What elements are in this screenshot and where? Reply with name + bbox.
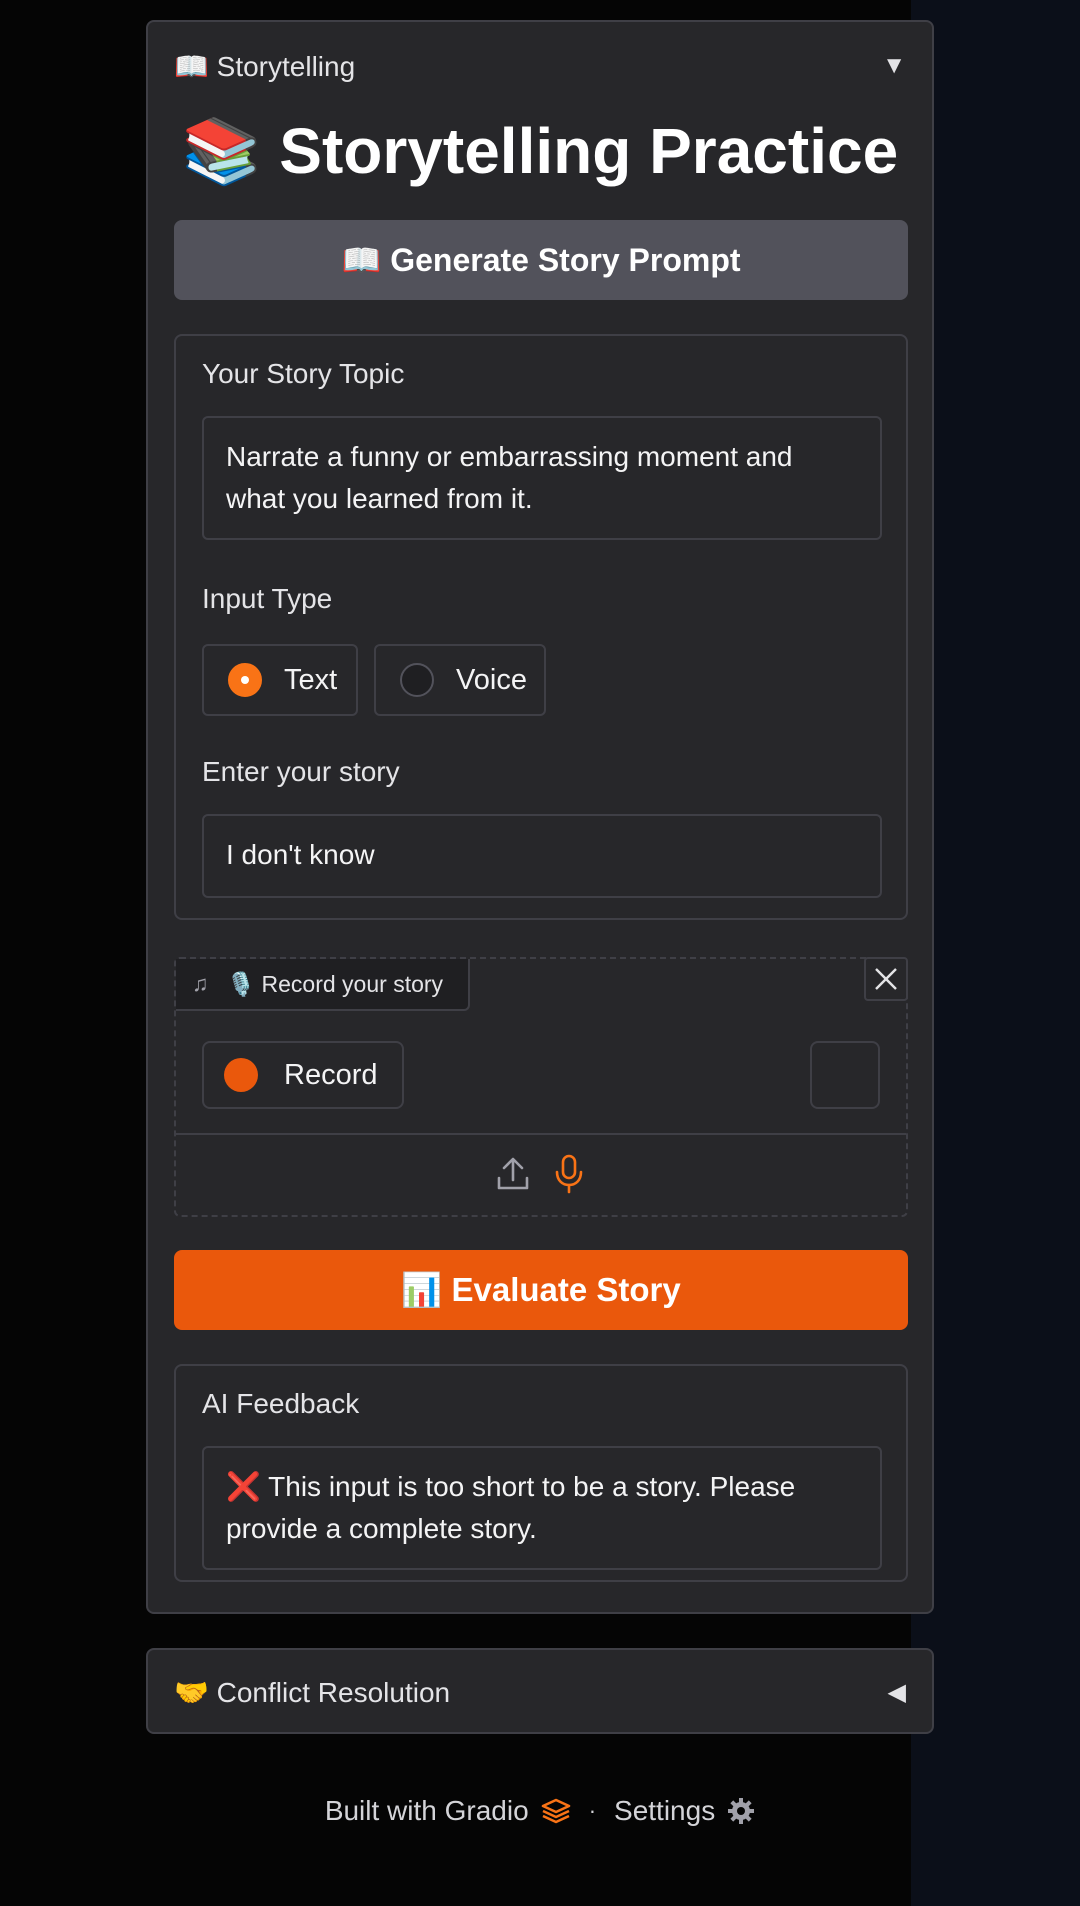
background-strip	[911, 0, 1080, 1906]
accordion-label: 📖 Storytelling	[174, 50, 356, 82]
gear-icon[interactable]	[727, 1797, 755, 1825]
expand-arrow-icon[interactable]: ◀	[888, 1678, 906, 1707]
story-form-group: Your Story Topic Narrate a funny or emba…	[174, 334, 908, 920]
record-button[interactable]: Record	[202, 1041, 404, 1109]
storytelling-accordion-header[interactable]: 📖 Storytelling ▼	[174, 46, 906, 86]
feedback-textbox[interactable]: ❌ This input is too short to be a story.…	[202, 1446, 882, 1570]
gradio-logo-icon	[541, 1798, 571, 1824]
radio-selected-icon[interactable]	[228, 663, 262, 697]
record-dot-icon	[224, 1058, 258, 1092]
story-topic-textbox[interactable]: Narrate a funny or embarrassing moment a…	[202, 416, 882, 540]
accordion-label: 🤝 Conflict Resolution	[174, 1676, 451, 1708]
audio-recorder: ♫ 🎙️ Record your story Record	[174, 957, 908, 1217]
feedback-group: AI Feedback ❌ This input is too short to…	[174, 1364, 908, 1582]
story-input-field[interactable]: I don't know	[202, 814, 882, 898]
collapse-arrow-icon[interactable]: ▼	[882, 52, 906, 80]
feedback-label: AI Feedback	[202, 1388, 360, 1419]
radio-option-voice[interactable]: Voice	[374, 644, 546, 716]
record-label: Record	[284, 1058, 378, 1091]
built-with-gradio-link[interactable]: Built with Gradio	[325, 1795, 529, 1827]
upload-icon[interactable]	[496, 1156, 530, 1192]
radio-unselected-icon[interactable]	[400, 663, 434, 697]
storytelling-accordion: 📖 Storytelling ▼ 📚 Storytelling Practice…	[146, 20, 934, 1614]
input-type-label: Input Type	[202, 583, 333, 614]
music-note-icon: ♫	[192, 971, 209, 996]
story-input-label: Enter your story	[202, 756, 400, 787]
radio-option-text[interactable]: Text	[202, 644, 358, 716]
conflict-resolution-accordion[interactable]: 🤝 Conflict Resolution ◀	[146, 1648, 934, 1734]
evaluate-story-button[interactable]: 📊 Evaluate Story	[174, 1250, 908, 1330]
generate-story-prompt-button[interactable]: 📖 Generate Story Prompt	[174, 220, 908, 300]
radio-option-label: Voice	[456, 663, 527, 696]
close-audio-button[interactable]	[864, 957, 908, 1001]
footer: Built with Gradio · Settings	[0, 1790, 1080, 1832]
footer-separator: ·	[588, 1798, 597, 1823]
audio-device-box[interactable]	[810, 1041, 880, 1109]
page-title: 📚 Storytelling Practice	[181, 115, 899, 187]
audio-label: 🎙️ Record your story	[226, 970, 444, 997]
close-icon[interactable]	[873, 966, 899, 992]
audio-label-tag: ♫ 🎙️ Record your story	[176, 959, 470, 1011]
microphone-icon[interactable]	[552, 1154, 586, 1194]
conflict-accordion-header[interactable]: 🤝 Conflict Resolution ◀	[174, 1672, 906, 1712]
radio-option-label: Text	[284, 663, 338, 696]
audio-source-bar	[176, 1133, 906, 1215]
story-topic-label: Your Story Topic	[202, 358, 405, 389]
settings-link[interactable]: Settings	[614, 1795, 715, 1827]
